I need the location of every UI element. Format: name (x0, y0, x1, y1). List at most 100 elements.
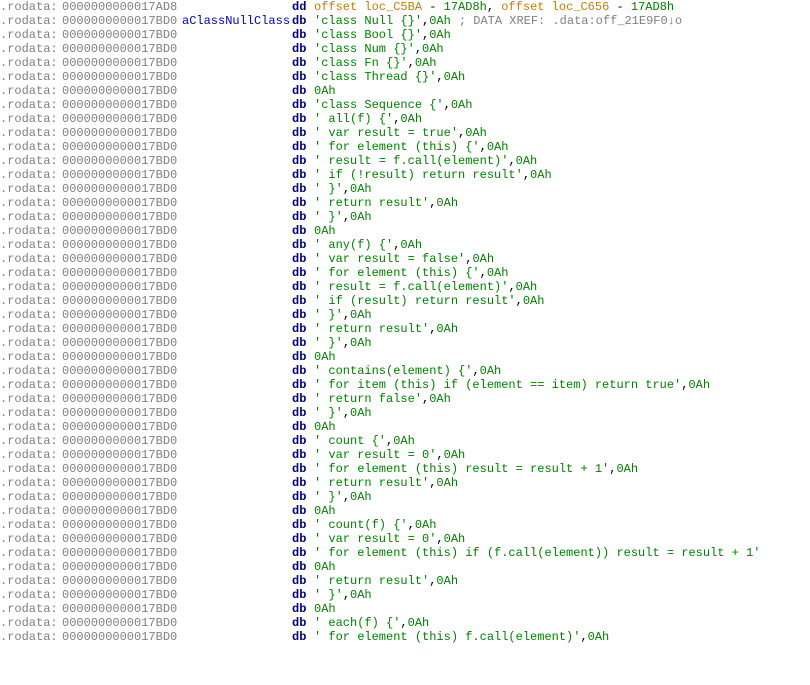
operand-op: , (480, 140, 487, 154)
disassembly-line[interactable]: .rodata:0000000000017BD0 db' result = f.… (0, 280, 810, 294)
symbol-label (182, 336, 292, 350)
disassembly-line[interactable]: .rodata:0000000000017BD0 db'class Sequen… (0, 98, 810, 112)
disassembly-line[interactable]: .rodata:0000000000017BD0 db0Ah (0, 420, 810, 434)
address: 0000000000017BD0 (62, 532, 182, 546)
disassembly-line[interactable]: .rodata:0000000000017BD0 db0Ah (0, 602, 810, 616)
operand-str: ' any(f) {' (314, 238, 393, 252)
operand-op: , (343, 336, 350, 350)
disassembly-line[interactable]: .rodata:0000000000017BD0 db' var result … (0, 252, 810, 266)
disassembly-line[interactable]: .rodata:0000000000017BD0 db' each(f) {',… (0, 616, 810, 630)
disassembly-line[interactable]: .rodata:0000000000017BD0 db' return resu… (0, 196, 810, 210)
operands: ' if (!result) return result',0Ah (314, 168, 552, 182)
segment-name: .rodata: (0, 350, 62, 364)
disassembly-line[interactable]: .rodata:0000000000017BD0 db0Ah (0, 560, 810, 574)
disassembly-line[interactable]: .rodata:0000000000017AD8 ddoffset loc_C5… (0, 0, 810, 14)
mnemonic: db (292, 266, 314, 280)
disassembly-listing[interactable]: .rodata:0000000000017AD8 ddoffset loc_C5… (0, 0, 810, 644)
disassembly-line[interactable]: .rodata:0000000000017BD0 db'class Thread… (0, 70, 810, 84)
mnemonic: db (292, 154, 314, 168)
segment-name: .rodata: (0, 546, 62, 560)
disassembly-line[interactable]: .rodata:0000000000017BD0 db0Ah (0, 224, 810, 238)
segment-name: .rodata: (0, 112, 62, 126)
disassembly-line[interactable]: .rodata:0000000000017BD0 db' return resu… (0, 322, 810, 336)
disassembly-line[interactable]: .rodata:0000000000017BD0 db' contains(el… (0, 364, 810, 378)
disassembly-line[interactable]: .rodata:0000000000017BD0 db' }',0Ah (0, 336, 810, 350)
disassembly-line[interactable]: .rodata:0000000000017BD0aClassNullClassd… (0, 14, 810, 28)
symbol-label (182, 574, 292, 588)
segment-name: .rodata: (0, 518, 62, 532)
operand-str: ' each(f) {' (314, 616, 400, 630)
disassembly-line[interactable]: .rodata:0000000000017BD0 db' count {',0A… (0, 434, 810, 448)
disassembly-line[interactable]: .rodata:0000000000017BD0 db' for element… (0, 266, 810, 280)
disassembly-line[interactable]: .rodata:0000000000017BD0 db' count(f) {'… (0, 518, 810, 532)
operands: ' }',0Ah (314, 182, 372, 196)
disassembly-line[interactable]: .rodata:0000000000017BD0 db' for element… (0, 462, 810, 476)
operand-op: , (487, 0, 501, 14)
disassembly-line[interactable]: .rodata:0000000000017BD0 db' var result … (0, 448, 810, 462)
operands: 0Ah (314, 350, 336, 364)
disassembly-line[interactable]: .rodata:0000000000017BD0 db' for element… (0, 630, 810, 644)
operand-op: - (609, 0, 631, 14)
disassembly-line[interactable]: .rodata:0000000000017BD0 db' for item (t… (0, 378, 810, 392)
segment-name: .rodata: (0, 490, 62, 504)
operand-num: 0Ah (415, 56, 437, 70)
disassembly-line[interactable]: .rodata:0000000000017BD0 db' return resu… (0, 574, 810, 588)
mnemonic: db (292, 56, 314, 70)
operands: ' return result',0Ah (314, 322, 458, 336)
disassembly-line[interactable]: .rodata:0000000000017BD0 db' var result … (0, 126, 810, 140)
operands: ' each(f) {',0Ah (314, 616, 429, 630)
disassembly-line[interactable]: .rodata:0000000000017BD0 db' }',0Ah (0, 588, 810, 602)
operand-num: 0Ah (400, 238, 422, 252)
disassembly-line[interactable]: .rodata:0000000000017BD0 db' result = f.… (0, 154, 810, 168)
operands: 'class Null {}',0Ah (314, 14, 451, 28)
segment-name: .rodata: (0, 294, 62, 308)
disassembly-line[interactable]: .rodata:0000000000017BD0 db0Ah (0, 504, 810, 518)
disassembly-line[interactable]: .rodata:0000000000017BD0 db' }',0Ah (0, 210, 810, 224)
address: 0000000000017BD0 (62, 588, 182, 602)
disassembly-line[interactable]: .rodata:0000000000017BD0 db' if (result)… (0, 294, 810, 308)
segment-name: .rodata: (0, 308, 62, 322)
disassembly-line[interactable]: .rodata:0000000000017BD0 db' }',0Ah (0, 182, 810, 196)
disassembly-line[interactable]: .rodata:0000000000017BD0 db' all(f) {',0… (0, 112, 810, 126)
disassembly-line[interactable]: .rodata:0000000000017BD0 db' for element… (0, 140, 810, 154)
address: 0000000000017BD0 (62, 280, 182, 294)
operands: ' return false',0Ah (314, 392, 451, 406)
address: 0000000000017BD0 (62, 364, 182, 378)
disassembly-line[interactable]: .rodata:0000000000017BD0 db' }',0Ah (0, 490, 810, 504)
operand-num: 0Ah (350, 406, 372, 420)
segment-name: .rodata: (0, 210, 62, 224)
operand-num: 0Ah (314, 224, 336, 238)
disassembly-line[interactable]: .rodata:0000000000017BD0 db' }',0Ah (0, 406, 810, 420)
symbol-label (182, 112, 292, 126)
mnemonic: db (292, 490, 314, 504)
operand-str: ' }' (314, 182, 343, 196)
disassembly-line[interactable]: .rodata:0000000000017BD0 db'class Fn {}'… (0, 56, 810, 70)
disassembly-line[interactable]: .rodata:0000000000017BD0 db0Ah (0, 84, 810, 98)
operand-str: 'class Thread {}' (314, 70, 436, 84)
segment-name: .rodata: (0, 616, 62, 630)
address: 0000000000017BD0 (62, 560, 182, 574)
operand-str: 'class Num {}' (314, 42, 415, 56)
disassembly-line[interactable]: .rodata:0000000000017BD0 db' return resu… (0, 476, 810, 490)
disassembly-line[interactable]: .rodata:0000000000017BD0 db' if (!result… (0, 168, 810, 182)
disassembly-line[interactable]: .rodata:0000000000017BD0 db' }',0Ah (0, 308, 810, 322)
disassembly-line[interactable]: .rodata:0000000000017BD0 db'class Bool {… (0, 28, 810, 42)
disassembly-line[interactable]: .rodata:0000000000017BD0 db' var result … (0, 532, 810, 546)
operand-num: 0Ah (444, 448, 466, 462)
address: 0000000000017BD0 (62, 616, 182, 630)
disassembly-line[interactable]: .rodata:0000000000017BD0 db' any(f) {',0… (0, 238, 810, 252)
symbol-label (182, 154, 292, 168)
address: 0000000000017BD0 (62, 112, 182, 126)
disassembly-line[interactable]: .rodata:0000000000017BD0 db' return fals… (0, 392, 810, 406)
operand-num: 0Ah (436, 196, 458, 210)
symbol-label (182, 504, 292, 518)
disassembly-line[interactable]: .rodata:0000000000017BD0 db0Ah (0, 350, 810, 364)
address: 0000000000017BD0 (62, 420, 182, 434)
operand-num: 0Ah (314, 350, 336, 364)
operand-num: 0Ah (516, 154, 538, 168)
disassembly-line[interactable]: .rodata:0000000000017BD0 db'class Num {}… (0, 42, 810, 56)
operands: ' for item (this) if (element == item) r… (314, 378, 710, 392)
operand-num: 17AD8h (631, 0, 674, 14)
disassembly-line[interactable]: .rodata:0000000000017BD0 db' for element… (0, 546, 810, 560)
address: 0000000000017BD0 (62, 574, 182, 588)
